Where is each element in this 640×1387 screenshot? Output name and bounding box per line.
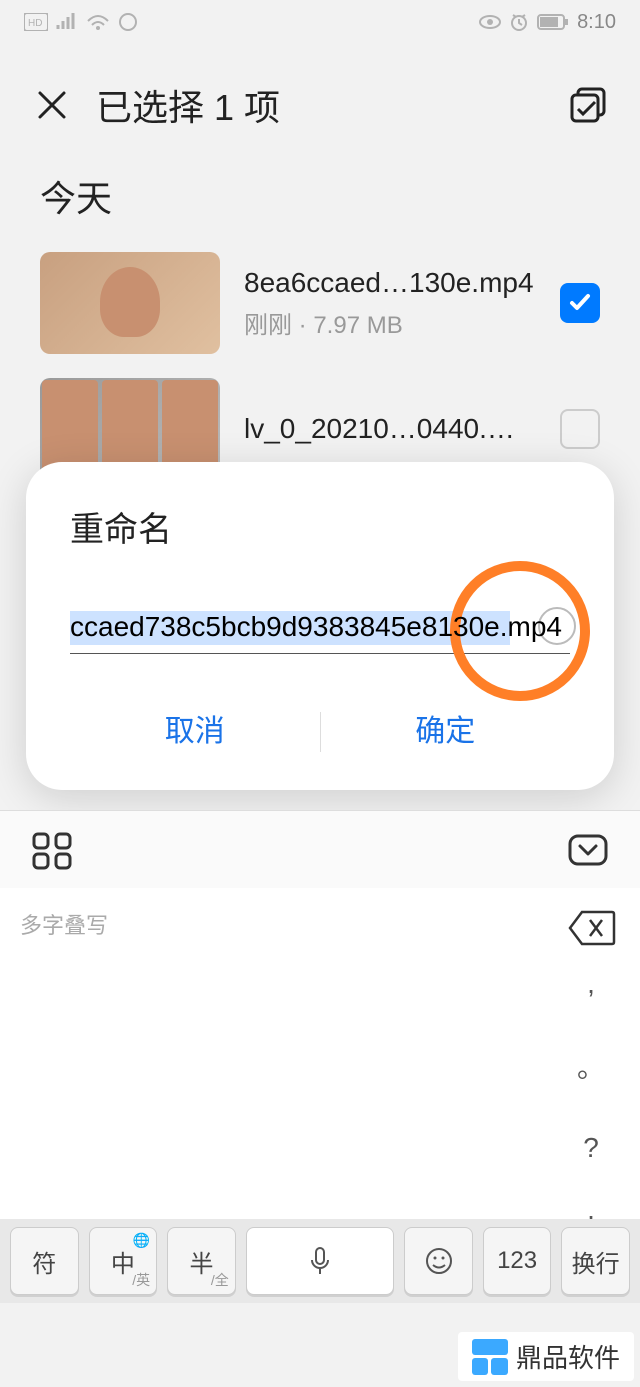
emoji-key[interactable] (404, 1227, 473, 1295)
keyboard-switch-icon[interactable] (30, 828, 74, 872)
file-thumbnail (40, 252, 220, 354)
period-key[interactable]: 。 (566, 1046, 616, 1086)
signal-icon (56, 13, 78, 31)
hd-icon: HD (24, 13, 48, 31)
status-right: 8:10 (479, 11, 616, 34)
header: 已选择 1 项 (0, 60, 640, 150)
keyboard-toolbar (0, 810, 640, 888)
svg-text:HD: HD (28, 18, 42, 29)
emoji-icon (425, 1247, 453, 1275)
number-key[interactable]: 123 (483, 1227, 552, 1295)
file-info: 8ea6ccaed…130e.mp4 刚刚 · 7.97 MB (244, 267, 536, 340)
close-button[interactable] (32, 85, 72, 125)
nfc-icon (118, 12, 138, 32)
status-time: 8:10 (577, 11, 616, 34)
question-key[interactable]: ? (566, 1132, 616, 1164)
status-left: HD (24, 12, 138, 32)
section-today: 今天 (40, 170, 112, 222)
file-row[interactable]: 8ea6ccaed…130e.mp4 刚刚 · 7.97 MB (40, 240, 600, 366)
file-meta: 刚刚 · 7.97 MB (244, 305, 536, 340)
backspace-key[interactable] (568, 908, 616, 948)
mic-icon (308, 1246, 332, 1276)
confirm-button[interactable]: 确定 (321, 702, 571, 762)
status-bar: HD 8:10 (0, 0, 640, 44)
file-checkbox[interactable] (560, 283, 600, 323)
rename-input[interactable]: ccaed738c5bcb9d9383845e8130e.mp4 (70, 611, 570, 643)
file-checkbox[interactable] (560, 409, 600, 449)
wifi-icon (86, 13, 110, 31)
watermark-logo (472, 1339, 508, 1375)
space-voice-key[interactable] (246, 1227, 394, 1295)
width-key[interactable]: 半/全 (167, 1227, 236, 1295)
cancel-button[interactable]: 取消 (70, 702, 320, 762)
enter-key[interactable]: 换行 (561, 1227, 630, 1295)
language-key[interactable]: 中/英🌐 (89, 1227, 158, 1295)
rename-input-wrap[interactable]: ccaed738c5bcb9d9383845e8130e.mp4 (70, 611, 570, 654)
watermark-text: 鼎品软件 (516, 1338, 620, 1375)
dialog-title: 重命名 (70, 502, 570, 551)
symbol-key[interactable]: 符 (10, 1227, 79, 1295)
keyboard-collapse-icon[interactable] (566, 828, 610, 872)
file-list: 8ea6ccaed…130e.mp4 刚刚 · 7.97 MB lv_0_202… (40, 240, 600, 492)
comma-key[interactable]: , (566, 968, 616, 1000)
dialog-actions: 取消 确定 (70, 702, 570, 762)
handwriting-area[interactable]: 多字叠写 , 。 ? ! (0, 888, 640, 1268)
keyboard-bottom-row: 符 中/英🌐 半/全 123 换行 (0, 1219, 640, 1303)
rename-dialog: 重命名 ccaed738c5bcb9d9383845e8130e.mp4 取消 … (26, 462, 614, 790)
watermark: 鼎品软件 (458, 1332, 634, 1381)
battery-icon (537, 14, 569, 30)
punctuation-keys: , 。 ? ! (566, 968, 616, 1242)
select-all-button[interactable] (568, 85, 608, 125)
eye-icon (479, 14, 501, 30)
file-name: lv_0_20210…0440.mp4 (244, 413, 536, 445)
handwriting-hint: 多字叠写 (20, 908, 108, 940)
alarm-icon (509, 12, 529, 32)
file-name: 8ea6ccaed…130e.mp4 (244, 267, 536, 299)
file-info: lv_0_20210…0440.mp4 (244, 413, 536, 445)
header-title: 已选择 1 项 (96, 79, 568, 131)
